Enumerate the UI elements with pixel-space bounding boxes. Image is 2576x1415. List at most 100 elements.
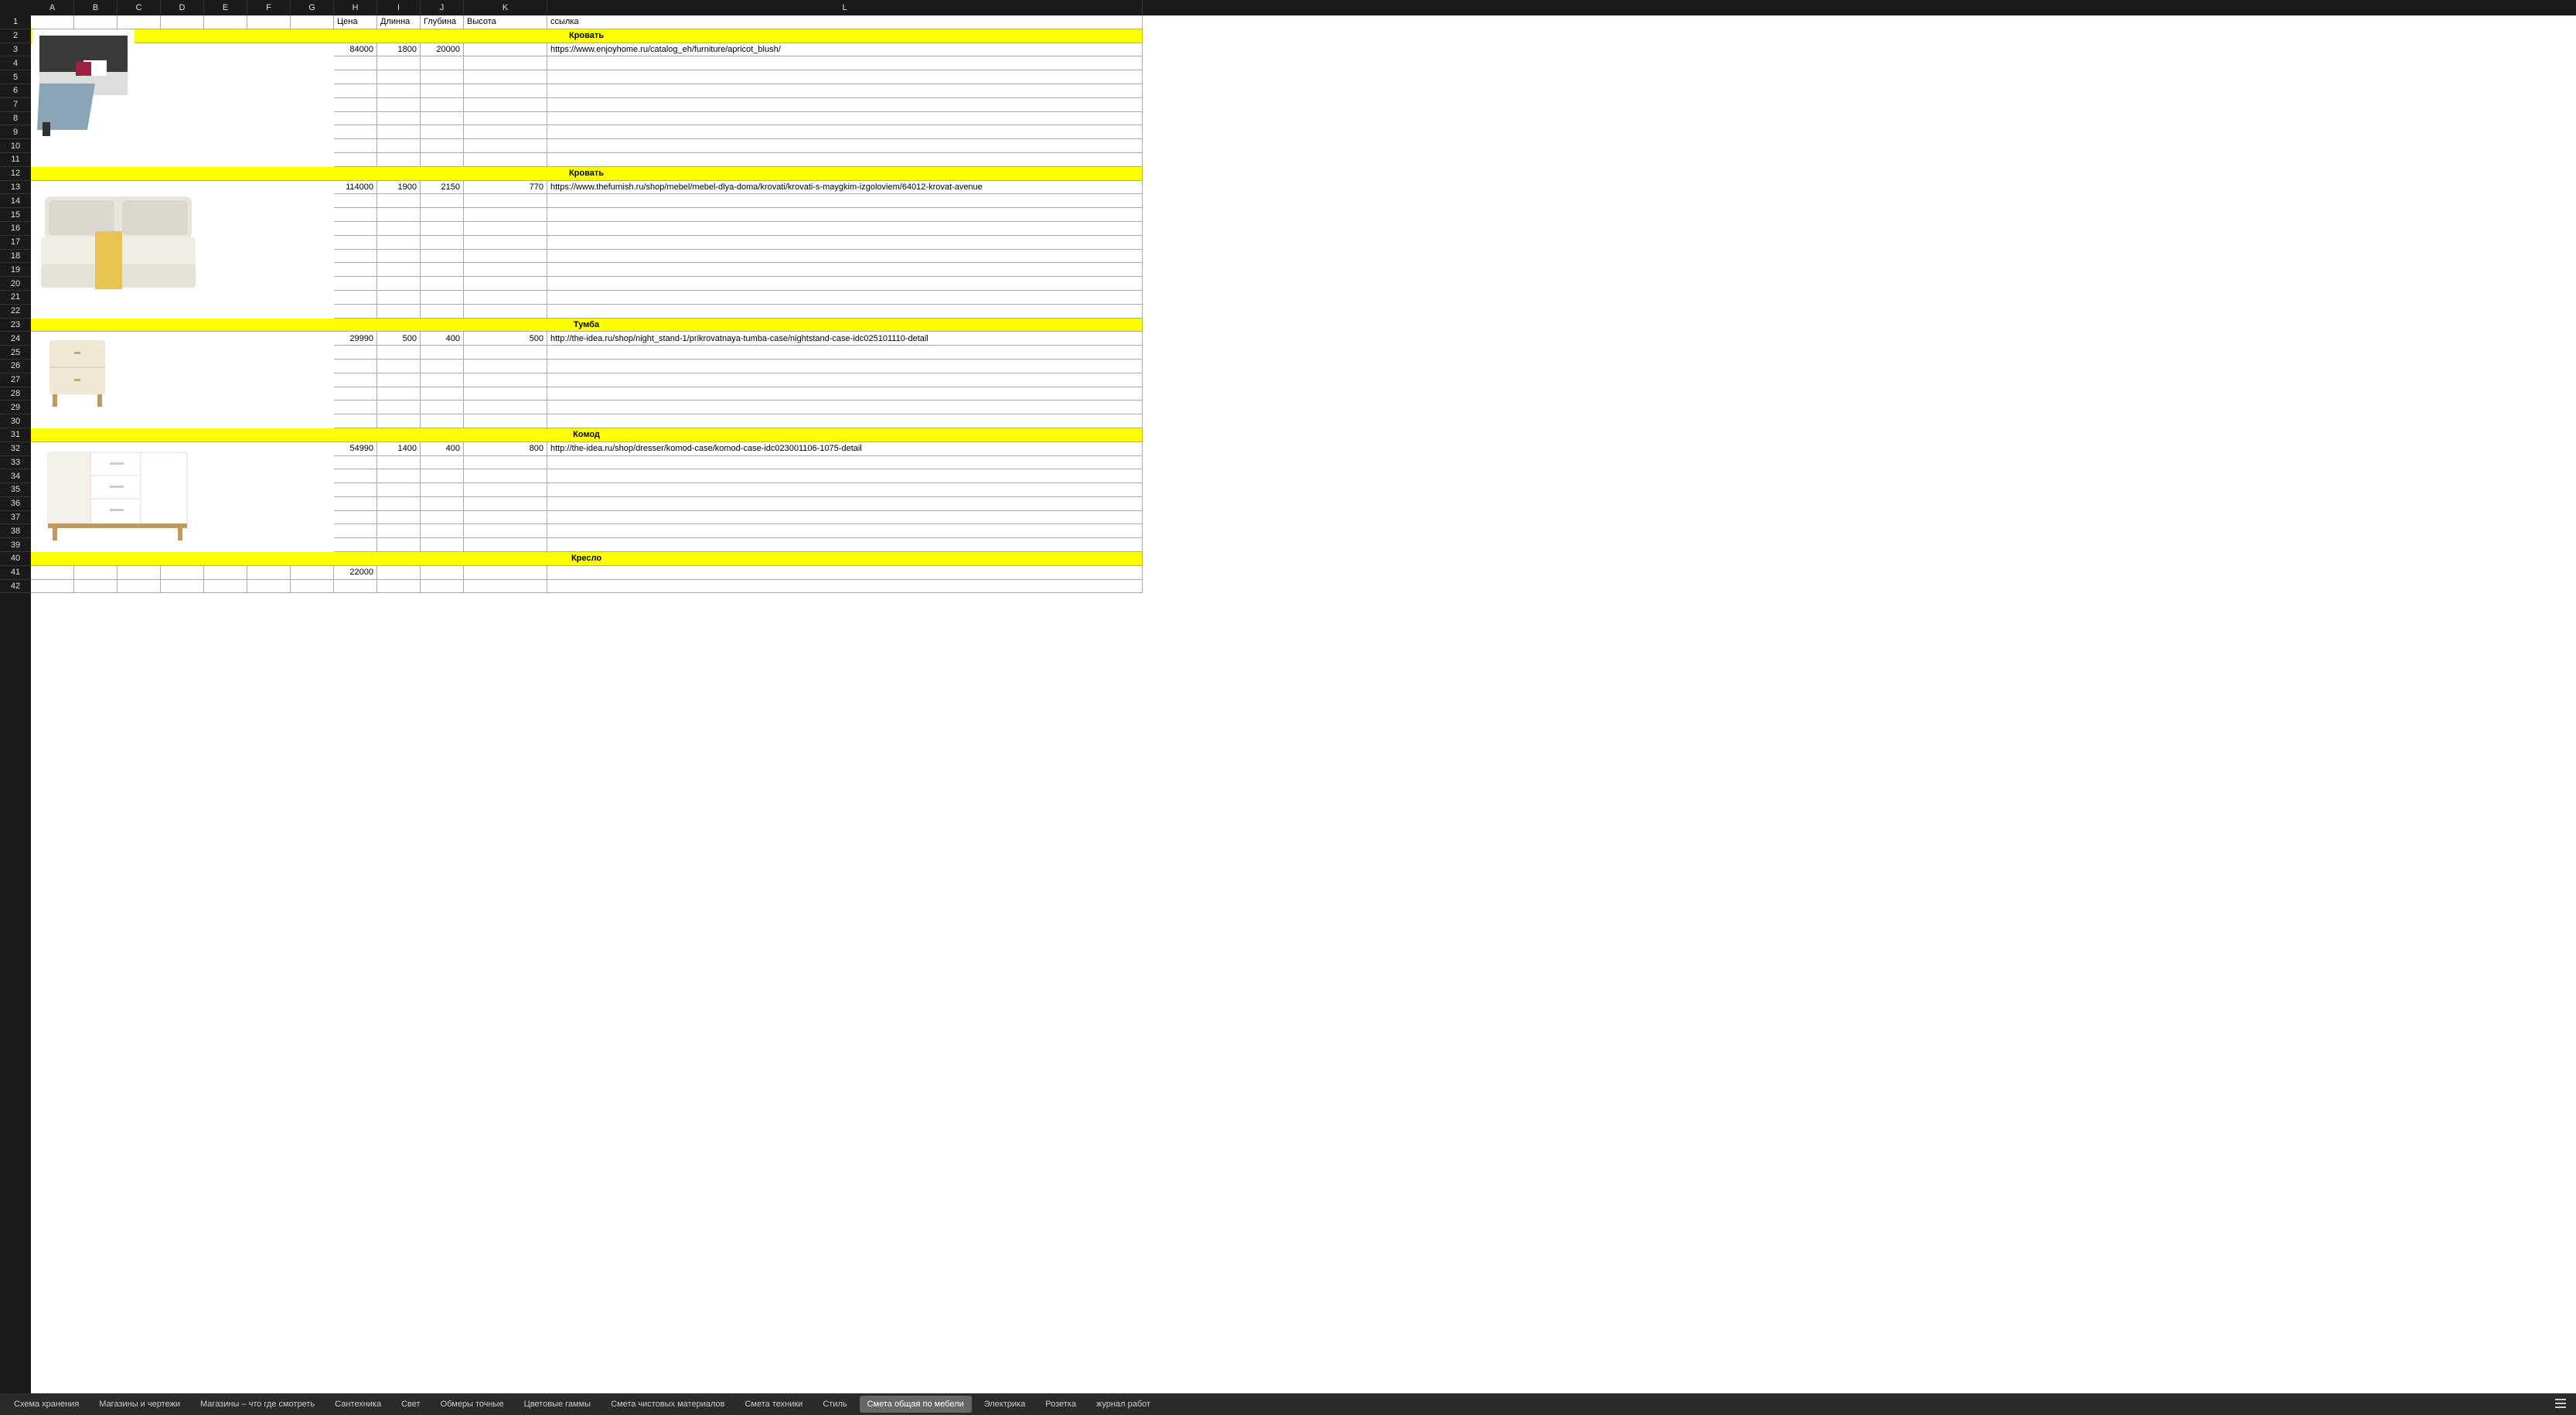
cell-17-G[interactable] bbox=[291, 236, 334, 250]
cell-7-D[interactable] bbox=[161, 98, 204, 112]
cell-36-H[interactable] bbox=[334, 497, 377, 511]
cell-4-F[interactable] bbox=[247, 56, 291, 70]
row-header-11[interactable]: 11 bbox=[0, 153, 31, 167]
cell-25-J[interactable] bbox=[421, 346, 464, 360]
cell-4-I[interactable] bbox=[377, 56, 421, 70]
row-header-2[interactable]: 2 bbox=[0, 29, 31, 43]
cell-19-E[interactable] bbox=[204, 263, 247, 277]
cell-17-J[interactable] bbox=[421, 236, 464, 250]
cell-20-F[interactable] bbox=[247, 277, 291, 291]
cell-33-J[interactable] bbox=[421, 456, 464, 470]
cell-8-D[interactable] bbox=[161, 112, 204, 126]
cell-8-I[interactable] bbox=[377, 112, 421, 126]
cell-36-J[interactable] bbox=[421, 497, 464, 511]
cell-7-J[interactable] bbox=[421, 98, 464, 112]
cell-34-F[interactable] bbox=[247, 469, 291, 483]
cell-9-K[interactable] bbox=[464, 125, 547, 139]
section-title[interactable]: Кровать bbox=[31, 29, 1143, 43]
col-header-J[interactable]: J bbox=[421, 0, 464, 15]
row-header-30[interactable]: 30 bbox=[0, 414, 31, 428]
cell-17-F[interactable] bbox=[247, 236, 291, 250]
cell-35-E[interactable] bbox=[204, 483, 247, 497]
cell-21-J[interactable] bbox=[421, 291, 464, 305]
row-header-34[interactable]: 34 bbox=[0, 469, 31, 483]
cell-17-E[interactable] bbox=[204, 236, 247, 250]
cell-20-K[interactable] bbox=[464, 277, 547, 291]
section-title[interactable]: Комод bbox=[31, 428, 1143, 442]
cell-34-K[interactable] bbox=[464, 469, 547, 483]
cell-10-C[interactable] bbox=[118, 139, 161, 153]
cell-9-D[interactable] bbox=[161, 125, 204, 139]
sheet-tab[interactable]: Магазины и чертежи bbox=[91, 1396, 188, 1413]
cell-11-J[interactable] bbox=[421, 153, 464, 167]
cell-33-H[interactable] bbox=[334, 456, 377, 470]
cell-18-F[interactable] bbox=[247, 250, 291, 264]
cell-17-H[interactable] bbox=[334, 236, 377, 250]
sheet-tab[interactable]: Сантехника bbox=[327, 1396, 389, 1413]
cell-38-K[interactable] bbox=[464, 524, 547, 538]
cell-35-I[interactable] bbox=[377, 483, 421, 497]
cell-13-J[interactable]: 2150 bbox=[421, 181, 464, 195]
cell-26-D[interactable] bbox=[161, 360, 204, 373]
cell-37-K[interactable] bbox=[464, 511, 547, 525]
row-header-18[interactable]: 18 bbox=[0, 250, 31, 264]
cell-16-G[interactable] bbox=[291, 222, 334, 236]
cell-8-E[interactable] bbox=[204, 112, 247, 126]
cell-30-B[interactable] bbox=[74, 414, 118, 428]
sheet-tab[interactable]: Смета техники bbox=[737, 1396, 810, 1413]
cell-34-L[interactable] bbox=[547, 469, 1143, 483]
cell-41-H[interactable]: 22000 bbox=[334, 566, 377, 580]
cell-11-K[interactable] bbox=[464, 153, 547, 167]
cell-19-I[interactable] bbox=[377, 263, 421, 277]
tabs-menu-icon[interactable] bbox=[2551, 1395, 2570, 1414]
col-header-B[interactable]: B bbox=[74, 0, 118, 15]
cell-15-G[interactable] bbox=[291, 208, 334, 222]
cell-41-E[interactable] bbox=[204, 566, 247, 580]
cell-15-F[interactable] bbox=[247, 208, 291, 222]
cell-38-F[interactable] bbox=[247, 524, 291, 538]
cell-26-H[interactable] bbox=[334, 360, 377, 373]
sheet-tab[interactable]: Цветовые гаммы bbox=[516, 1396, 599, 1413]
cell-35-K[interactable] bbox=[464, 483, 547, 497]
cell-6-K[interactable] bbox=[464, 84, 547, 98]
cell-5-K[interactable] bbox=[464, 70, 547, 84]
cell-34-J[interactable] bbox=[421, 469, 464, 483]
row-header-4[interactable]: 4 bbox=[0, 56, 31, 70]
cell-24-F[interactable] bbox=[247, 332, 291, 346]
row-header-12[interactable]: 12 bbox=[0, 167, 31, 181]
cell-37-E[interactable] bbox=[204, 511, 247, 525]
cell-7-H[interactable] bbox=[334, 98, 377, 112]
cell-24-H[interactable]: 29990 bbox=[334, 332, 377, 346]
cell-17-I[interactable] bbox=[377, 236, 421, 250]
cell-14-J[interactable] bbox=[421, 194, 464, 208]
cell-34-E[interactable] bbox=[204, 469, 247, 483]
sheet-tab[interactable]: Смета чистовых материалов bbox=[603, 1396, 732, 1413]
row-header-1[interactable]: 1 bbox=[0, 15, 31, 29]
cell-5-H[interactable] bbox=[334, 70, 377, 84]
cell-16-H[interactable] bbox=[334, 222, 377, 236]
cell-7-L[interactable] bbox=[547, 98, 1143, 112]
cell-26-I[interactable] bbox=[377, 360, 421, 373]
col-header-A[interactable]: A bbox=[31, 0, 74, 15]
cell-10-J[interactable] bbox=[421, 139, 464, 153]
cell-25-E[interactable] bbox=[204, 346, 247, 360]
cell-37-L[interactable] bbox=[547, 511, 1143, 525]
cell-21-L[interactable] bbox=[547, 291, 1143, 305]
cell-41-L[interactable] bbox=[547, 566, 1143, 580]
cell-32-H[interactable]: 54990 bbox=[334, 442, 377, 456]
cell-37-H[interactable] bbox=[334, 511, 377, 525]
cell-33-E[interactable] bbox=[204, 456, 247, 470]
cell-21-E[interactable] bbox=[204, 291, 247, 305]
cell-33-K[interactable] bbox=[464, 456, 547, 470]
cell-24-K[interactable]: 500 bbox=[464, 332, 547, 346]
cell-27-G[interactable] bbox=[291, 373, 334, 387]
cell-41-D[interactable] bbox=[161, 566, 204, 580]
cell-36-L[interactable] bbox=[547, 497, 1143, 511]
cell-4-E[interactable] bbox=[204, 56, 247, 70]
cell-4-D[interactable] bbox=[161, 56, 204, 70]
row-header-22[interactable]: 22 bbox=[0, 305, 31, 319]
sheet-tab[interactable]: Розетка bbox=[1038, 1396, 1084, 1413]
cell-28-D[interactable] bbox=[161, 387, 204, 401]
cell-28-I[interactable] bbox=[377, 387, 421, 401]
cell-37-I[interactable] bbox=[377, 511, 421, 525]
